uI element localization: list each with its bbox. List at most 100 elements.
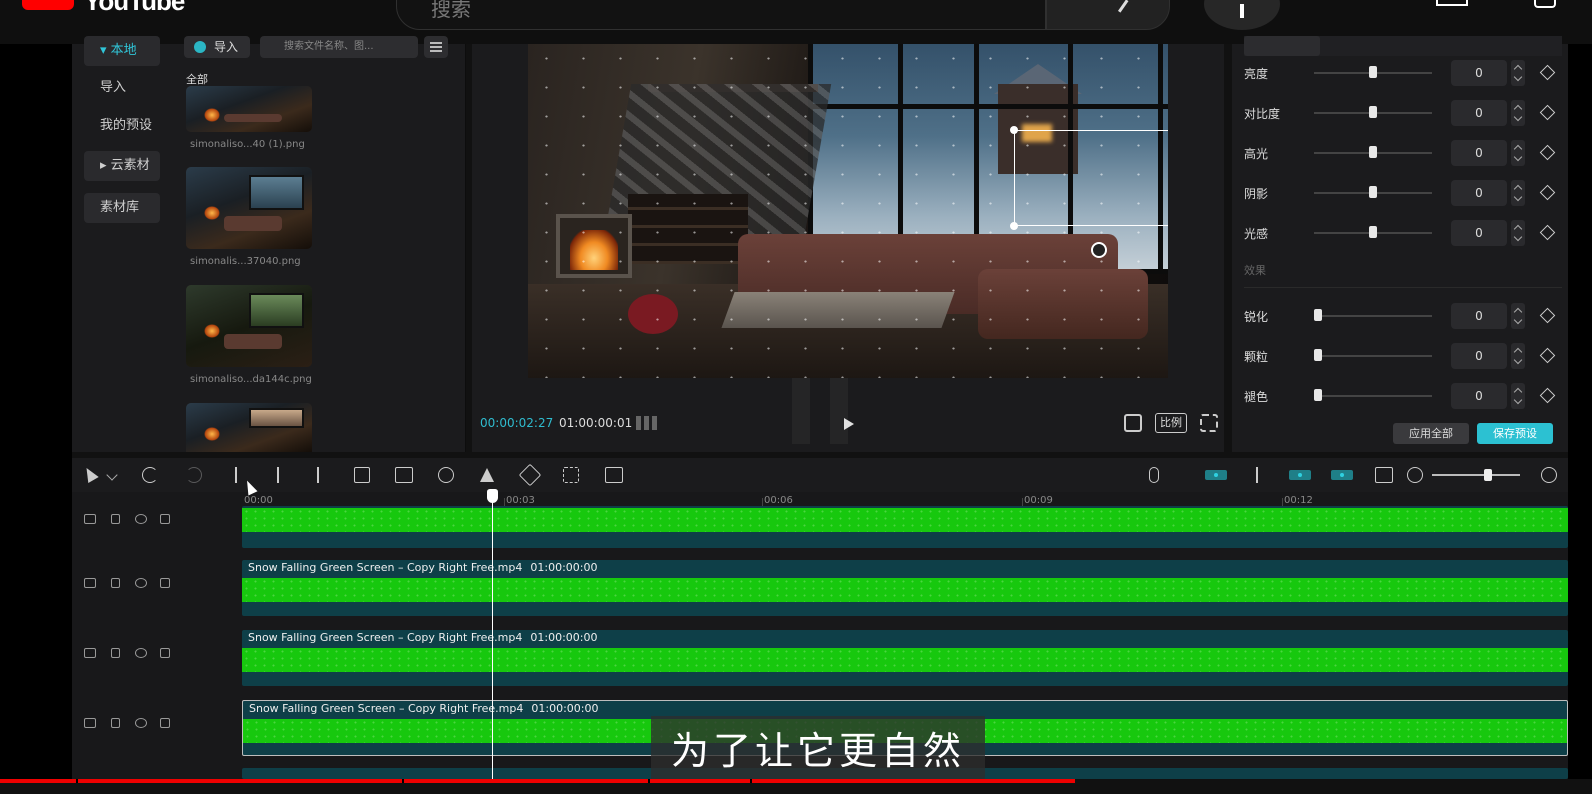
eye-icon[interactable] [135,718,147,728]
sidebar-item-import[interactable]: 导入 [84,73,160,103]
property-value-input[interactable]: 0 [1451,343,1507,369]
stepper-icon[interactable] [1511,180,1525,206]
timeline-clip[interactable] [242,506,1568,548]
resize-handle[interactable] [1010,222,1018,230]
youtube-search-button[interactable] [1046,0,1170,30]
property-slider-handle[interactable] [1314,309,1322,321]
property-value-input[interactable]: 0 [1451,100,1507,126]
keyframe-icon[interactable] [1539,104,1556,121]
fullscreen-icon[interactable] [1200,414,1218,432]
media-thumbnail[interactable] [186,403,312,452]
track-cover-icon[interactable] [84,648,96,658]
split-right-icon[interactable] [310,467,326,483]
property-slider[interactable] [1314,315,1432,317]
import-button[interactable]: 导入 [184,36,250,58]
timeline-clip[interactable]: Snow Falling Green Screen – Copy Right F… [242,560,1568,616]
remove-background-icon[interactable] [605,467,623,483]
split-icon[interactable] [228,467,244,483]
lock-icon[interactable] [111,578,120,588]
fit-screen-icon[interactable] [1124,414,1142,432]
media-thumbnail[interactable] [186,285,312,367]
timeline-clip[interactable]: Snow Falling Green Screen – Copy Right F… [242,630,1568,686]
property-value-input[interactable]: 0 [1451,140,1507,166]
mirror-icon[interactable] [479,467,495,483]
keyframe-icon[interactable] [1539,64,1556,81]
sidebar-item-cloud-assets[interactable]: ▸ 云素材 [84,151,160,181]
property-slider-handle[interactable] [1369,186,1377,198]
playhead[interactable] [492,492,493,779]
property-slider-handle[interactable] [1369,226,1377,238]
fit-timeline-icon[interactable] [1375,467,1393,483]
property-slider-handle[interactable] [1369,66,1377,78]
property-slider-handle[interactable] [1314,349,1322,361]
preview-canvas[interactable] [528,44,1168,378]
sidebar-item-local[interactable]: ▾ 本地 [84,36,160,66]
selection-box[interactable] [1014,130,1168,226]
keyframe-icon[interactable] [1539,387,1556,404]
stepper-icon[interactable] [1511,140,1525,166]
property-slider[interactable] [1314,355,1432,357]
linkage-icon[interactable] [1289,470,1311,480]
reverse-icon[interactable] [438,467,454,483]
chevron-down-icon[interactable] [106,469,118,481]
property-value-input[interactable]: 0 [1451,303,1507,329]
undo-icon[interactable] [142,467,158,483]
sidebar-item-asset-library[interactable]: 素材库 [84,193,160,223]
keyframe-icon[interactable] [1539,184,1556,201]
speaker-icon[interactable] [160,514,170,524]
media-thumbnail[interactable] [186,86,312,132]
media-search-input[interactable]: 搜索文件名称、图... [260,36,418,58]
property-value-input[interactable]: 0 [1451,60,1507,86]
stepper-icon[interactable] [1511,220,1525,246]
property-slider-handle[interactable] [1369,106,1377,118]
property-value-input[interactable]: 0 [1451,220,1507,246]
speaker-icon[interactable] [160,578,170,588]
eye-icon[interactable] [135,514,147,524]
track-cover-icon[interactable] [84,718,96,728]
notifications-icon[interactable] [1534,0,1556,8]
preview-axis-icon[interactable] [1331,470,1353,480]
rotate-icon[interactable] [1091,242,1107,258]
freeze-frame-icon[interactable] [395,467,413,483]
eye-icon[interactable] [135,648,147,658]
ratio-button[interactable]: 比例 [1155,413,1187,433]
speaker-icon[interactable] [160,648,170,658]
property-slider[interactable] [1314,395,1432,397]
stepper-icon[interactable] [1511,303,1525,329]
playhead-handle[interactable] [487,489,498,503]
track-cover-icon[interactable] [84,514,96,524]
crop-icon[interactable] [563,467,579,483]
youtube-progress-bar[interactable] [0,779,1592,794]
stepper-icon[interactable] [1511,383,1525,409]
lock-icon[interactable] [111,718,120,728]
main-track-magnet-icon[interactable] [1205,470,1227,480]
keyframe-icon[interactable] [1539,347,1556,364]
speaker-icon[interactable] [160,718,170,728]
keyframe-icon[interactable] [1539,224,1556,241]
keyframe-icon[interactable] [1539,307,1556,324]
save-preset-button[interactable]: 保存预设 [1477,423,1553,444]
youtube-voice-search-icon[interactable] [1204,0,1280,30]
property-slider-handle[interactable] [1314,389,1322,401]
microphone-icon[interactable] [1149,467,1159,483]
waveform-icon[interactable] [636,416,658,430]
apply-all-button[interactable]: 应用全部 [1393,423,1469,444]
rotate-clip-icon[interactable] [518,463,542,487]
lock-icon[interactable] [111,514,120,524]
track-cover-icon[interactable] [84,578,96,588]
property-slider-handle[interactable] [1369,146,1377,158]
menu-icon[interactable] [424,36,448,58]
snap-icon[interactable] [1249,467,1265,483]
media-thumbnail[interactable] [186,167,312,249]
sidebar-item-my-presets[interactable]: 我的预设 [84,111,160,141]
youtube-logo-text[interactable]: YouTube [84,0,185,17]
create-icon[interactable] [1436,0,1468,6]
delete-icon[interactable] [354,467,370,483]
redo-icon[interactable] [186,467,202,483]
lock-icon[interactable] [111,648,120,658]
property-value-input[interactable]: 0 [1451,180,1507,206]
play-icon[interactable] [844,418,854,430]
zoom-out-icon[interactable] [1407,467,1423,483]
split-left-icon[interactable] [270,467,286,483]
eye-icon[interactable] [135,578,147,588]
